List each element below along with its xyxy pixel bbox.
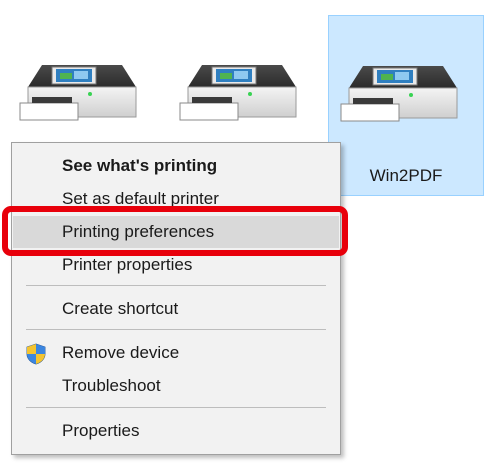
menu-separator <box>26 285 326 286</box>
context-menu: See what's printing Set as default print… <box>11 142 341 455</box>
menu-item-set-default-printer[interactable]: Set as default printer <box>13 183 339 215</box>
printer-icon <box>19 65 137 121</box>
menu-item-remove-device[interactable]: Remove device <box>13 337 339 369</box>
menu-separator <box>26 329 326 330</box>
menu-item-remove-device-label: Remove device <box>62 343 180 362</box>
menu-separator <box>26 407 326 408</box>
menu-item-see-whats-printing[interactable]: See what's printing <box>13 150 339 182</box>
menu-item-printing-preferences[interactable]: Printing preferences <box>13 216 339 248</box>
uac-shield-icon <box>26 343 46 365</box>
printers-window: Win2PDF See what's printing Set as defau… <box>0 0 496 469</box>
menu-item-create-shortcut[interactable]: Create shortcut <box>13 293 339 325</box>
menu-item-printer-properties[interactable]: Printer properties <box>13 249 339 281</box>
menu-item-properties[interactable]: Properties <box>13 415 339 447</box>
printer-icon <box>340 66 458 122</box>
printer-icon <box>179 65 297 121</box>
printer-label-win2pdf: Win2PDF <box>369 166 443 185</box>
menu-item-troubleshoot[interactable]: Troubleshoot <box>13 370 339 402</box>
printer-tile-win2pdf[interactable]: Win2PDF <box>328 15 484 196</box>
